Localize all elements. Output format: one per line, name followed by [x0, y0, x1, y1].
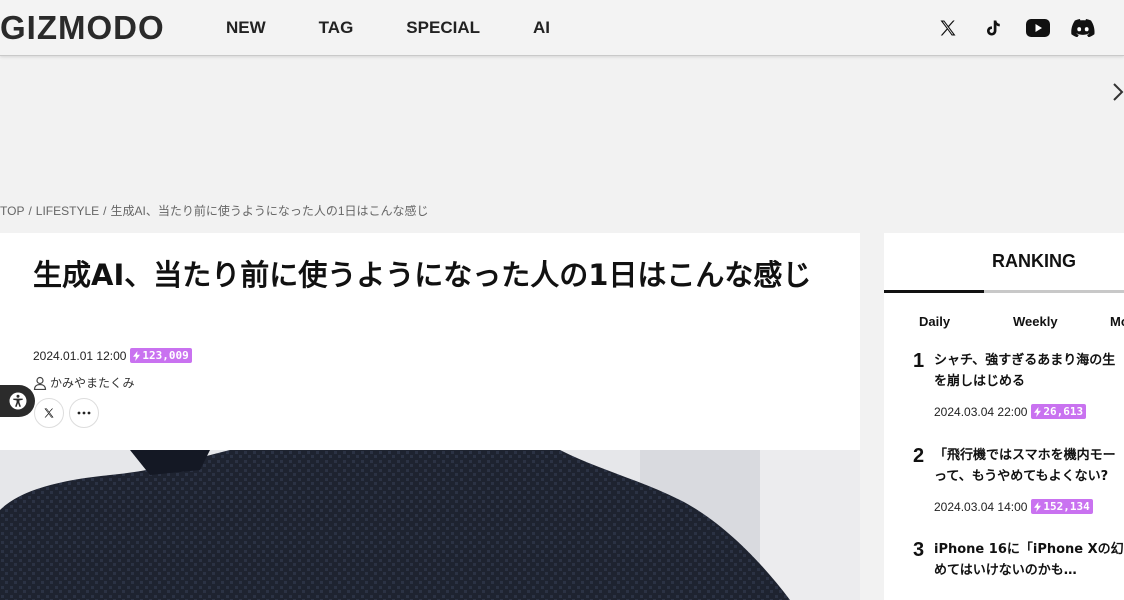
ranking-number: 3 — [913, 539, 925, 561]
article-meta: 2024.01.01 12:00 123,009 — [33, 348, 192, 363]
ranking-date: 2024.03.04 22:00 — [934, 404, 1028, 419]
share-buttons — [34, 398, 99, 428]
article-date: 2024.01.01 12:00 — [33, 348, 127, 363]
share-x-button[interactable] — [34, 398, 64, 428]
nav-item-special[interactable]: SPECIAL — [406, 18, 480, 38]
breadcrumb-top[interactable]: TOP — [0, 204, 24, 218]
bolt-icon — [1034, 406, 1042, 417]
youtube-icon[interactable] — [1026, 16, 1050, 40]
ranking-date: 2024.03.04 14:00 — [934, 499, 1028, 514]
author-link[interactable]: かみやまたくみ — [33, 374, 134, 391]
views-badge: 152,134 — [1031, 499, 1093, 514]
more-dots-icon — [77, 411, 91, 415]
ranking-headline-line: 「飛行機ではスマホを機内モー — [934, 448, 1116, 463]
ranking-headline: シャチ、強すぎるあまり海の生 を崩しはじめる — [934, 350, 1124, 392]
ranking-headline: 「飛行機ではスマホを機内モー って、もうやめてもよくない? — [934, 445, 1124, 487]
site-header: GIZMODO NEW TAG SPECIAL AI — [0, 0, 1124, 56]
ranking-headline-line: って、もうやめてもよくない? — [934, 469, 1109, 484]
nav-item-new[interactable]: NEW — [226, 18, 266, 38]
ranking-meta: 2024.03.04 14:00 152,134 — [934, 499, 1093, 514]
views-badge: 26,613 — [1031, 404, 1087, 419]
discord-icon[interactable] — [1071, 16, 1095, 40]
ranking-headline-line: シャチ、強すぎるあまり海の生 — [934, 353, 1116, 368]
nav-item-tag[interactable]: TAG — [319, 18, 354, 38]
views-count: 152,134 — [1043, 500, 1090, 513]
tab-daily[interactable]: Daily — [919, 314, 950, 329]
bolt-icon — [1034, 501, 1042, 512]
ranking-headline-line: めてはいけないのかも… — [934, 563, 1077, 578]
accessibility-icon — [9, 392, 26, 410]
author-name: かみやまたくみ — [50, 376, 135, 390]
tiktok-icon[interactable] — [981, 16, 1005, 40]
ranking-title: RANKING — [992, 251, 1076, 271]
ranking-headline: iPhone 16に「iPhone Xの幻影」 めてはいけないのかも… — [934, 539, 1124, 581]
tab-weekly[interactable]: Weekly — [1013, 314, 1058, 329]
breadcrumb: TOP / LIFESTYLE / 生成AI、当たり前に使うようになった人の1日はこんな… — [0, 202, 429, 219]
x-icon[interactable] — [936, 16, 960, 40]
accessibility-button[interactable] — [0, 385, 35, 417]
person-icon — [33, 376, 47, 390]
ad-close-icon[interactable] — [1112, 82, 1124, 102]
social-links — [936, 16, 1095, 40]
ranking-tab-indicator-active — [884, 290, 984, 293]
breadcrumb-separator: / — [103, 204, 107, 218]
article-hero-image — [0, 450, 860, 600]
ranking-headline-line: iPhone 16に「iPhone Xの幻影」 — [934, 542, 1124, 557]
views-badge: 123,009 — [130, 348, 192, 363]
breadcrumb-separator: / — [28, 204, 32, 218]
ranking-number: 1 — [913, 350, 925, 372]
article-header-card: 生成AI、当たり前に使うようになった人の1日はこんな感じ 2024.01.01 … — [0, 233, 860, 450]
ranking-sidebar: RANKING Daily Weekly Mo 1 シャチ、強すぎるあまり海の生… — [884, 233, 1124, 600]
ranking-headline-line: を崩しはじめる — [934, 374, 1026, 389]
article-title: 生成AI、当たり前に使うようになった人の1日はこんな感じ — [33, 258, 812, 292]
bolt-icon — [133, 350, 141, 361]
nav-item-ai[interactable]: AI — [533, 18, 550, 38]
breadcrumb-lifestyle[interactable]: LIFESTYLE — [36, 204, 99, 218]
site-logo[interactable]: GIZMODO — [0, 8, 165, 48]
tab-monthly[interactable]: Mo — [1110, 314, 1124, 329]
x-icon — [44, 408, 54, 418]
views-count: 26,613 — [1043, 405, 1084, 418]
breadcrumb-current: 生成AI、当たり前に使うようになった人の1日はこんな感じ — [110, 204, 429, 218]
ranking-meta: 2024.03.04 22:00 26,613 — [934, 404, 1087, 419]
ranking-tab-indicator — [884, 290, 1124, 293]
share-more-button[interactable] — [69, 398, 99, 428]
views-count: 123,009 — [142, 349, 189, 362]
ranking-number: 2 — [913, 445, 925, 467]
main-nav: NEW TAG SPECIAL AI — [226, 0, 550, 56]
